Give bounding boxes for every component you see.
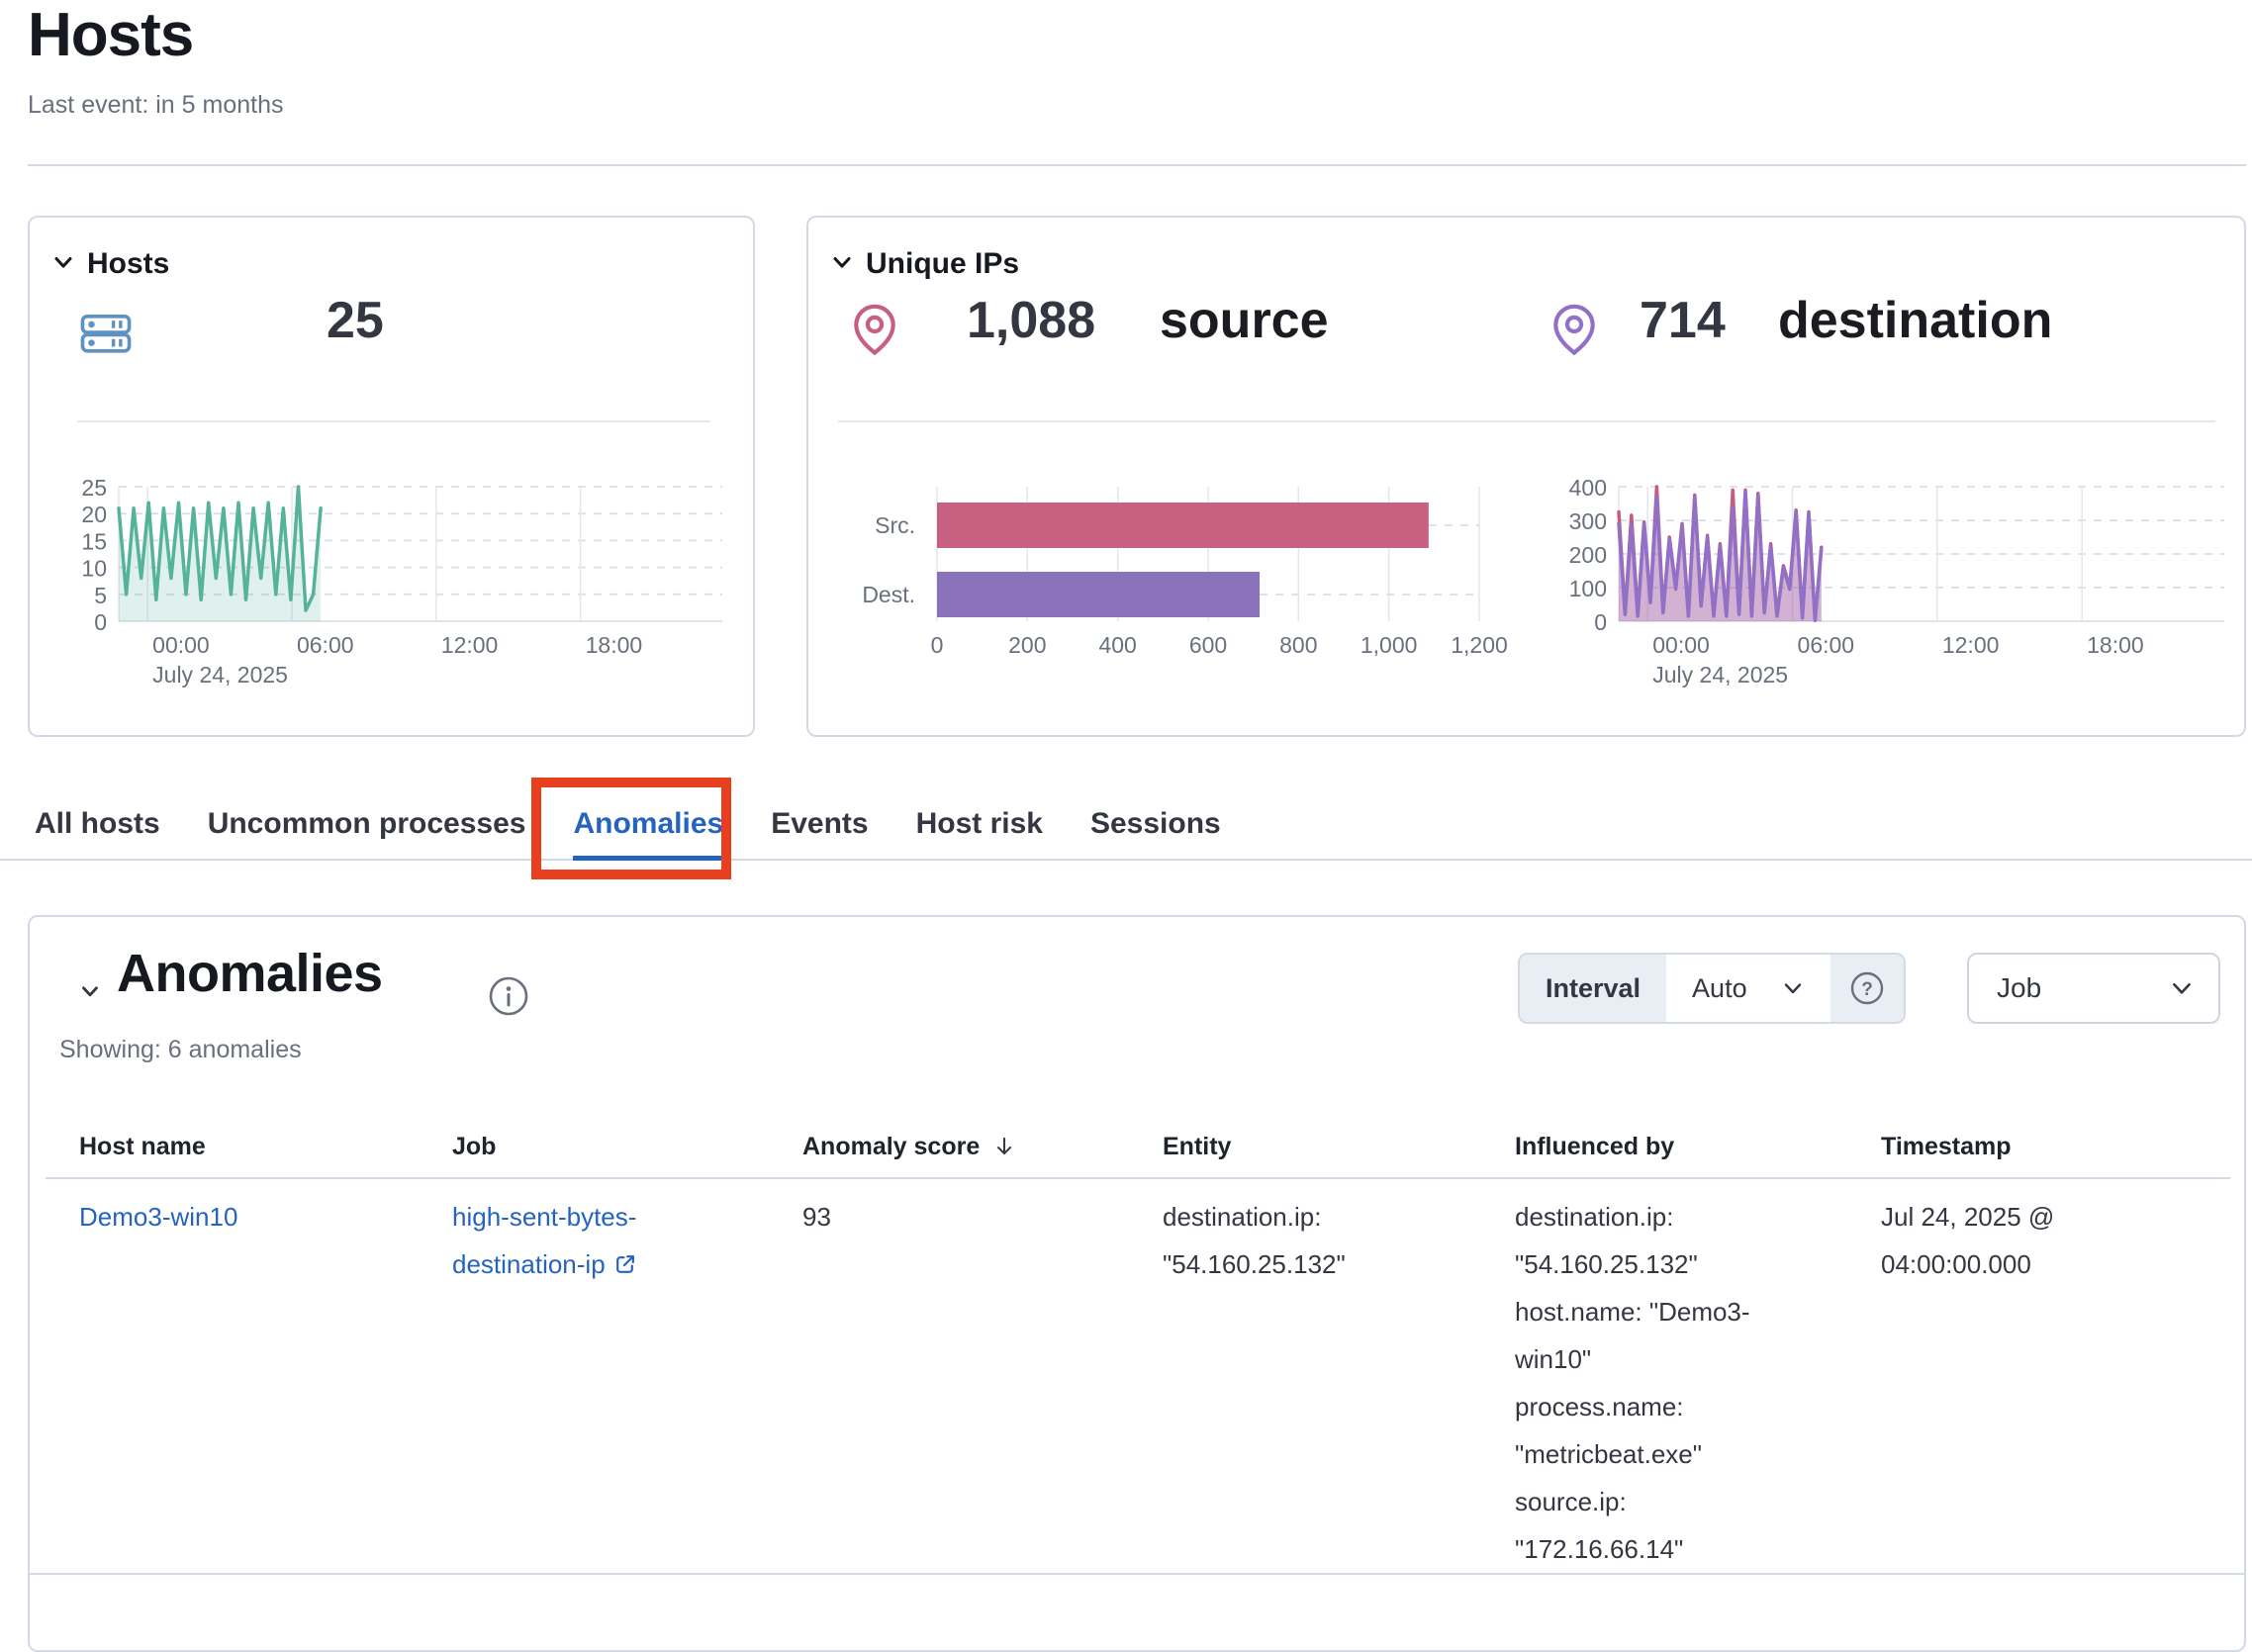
interval-label: Interval <box>1520 955 1666 1022</box>
showing-count-text: Showing: 6 anomalies <box>59 1036 302 1064</box>
chevron-down-icon[interactable] <box>77 978 103 1009</box>
last-event-text: Last event: in 5 months <box>28 91 283 120</box>
svg-text:200: 200 <box>1008 632 1046 658</box>
destination-label: destination <box>1778 291 2052 350</box>
unique-ips-bar-chart: 0 200 400 600 800 1,000 1,200 Src. Dest. <box>838 467 1531 714</box>
cell-timestamp: Jul 24, 2025 @ 04:00:00.000 <box>1881 1193 2218 1573</box>
col-anomaly-score[interactable]: Anomaly score <box>802 1133 1163 1161</box>
tab-host-risk[interactable]: Host risk <box>916 787 1043 861</box>
svg-text:?: ? <box>1861 979 1873 1000</box>
job-select[interactable]: Job <box>1967 953 2220 1024</box>
svg-text:Src.: Src. <box>875 512 915 538</box>
job-select-label: Job <box>1997 972 2041 1004</box>
sort-descending-icon <box>991 1134 1017 1159</box>
card-divider <box>77 420 710 422</box>
hosts-kpi-card: Hosts 25 051015202500:0006:0012:0018:00J… <box>28 216 755 737</box>
cell-job: high-sent-bytes-destination-ip <box>452 1193 802 1573</box>
tab-anomalies[interactable]: Anomalies <box>573 787 723 861</box>
interval-value: Auto <box>1692 973 1747 1004</box>
svg-text:1,200: 1,200 <box>1451 632 1508 658</box>
anomalies-table-header: Host name Job Anomaly score Entity Influ… <box>30 1117 2244 1176</box>
chevron-down-icon[interactable] <box>828 248 856 281</box>
anomalies-title: Anomalies <box>117 943 383 1004</box>
map-pin-source-icon <box>846 301 903 363</box>
page-title: Hosts <box>28 0 193 70</box>
header-divider <box>28 164 2246 166</box>
svg-text:00:00: 00:00 <box>1652 632 1710 658</box>
influencer: source.ip: "172.16.66.14" <box>1515 1478 1762 1573</box>
svg-text:1,000: 1,000 <box>1361 632 1418 658</box>
svg-text:18:00: 18:00 <box>2087 632 2144 658</box>
cell-host-name: Demo3-win10 <box>79 1193 452 1573</box>
chevron-down-icon[interactable] <box>49 248 77 281</box>
svg-text:25: 25 <box>81 475 107 501</box>
unique-ips-card: Unique IPs 1,088 source 714 destination … <box>806 216 2246 737</box>
interval-control: Interval Auto ? <box>1518 953 1906 1024</box>
hosts-count: 25 <box>327 291 384 350</box>
unique-ips-area-chart: 0 100 200 300 400 00:00 06:00 12:00 18:00 July 24… <box>1542 467 2234 714</box>
influencer: host.name: "Demo3-win10" <box>1515 1288 1762 1383</box>
svg-text:12:00: 12:00 <box>1942 632 2000 658</box>
svg-text:5: 5 <box>94 583 107 608</box>
col-host-name[interactable]: Host name <box>79 1133 452 1161</box>
help-icon[interactable]: ? <box>1830 955 1904 1022</box>
hosts-card-header[interactable]: Hosts <box>49 247 169 281</box>
source-ip-count: 1,088 <box>967 291 1095 350</box>
influencer: process.name: "metricbeat.exe" <box>1515 1383 1762 1478</box>
unique-ips-card-header[interactable]: Unique IPs <box>828 247 1019 281</box>
col-job[interactable]: Job <box>452 1133 802 1161</box>
svg-text:12:00: 12:00 <box>441 632 499 658</box>
chevron-down-icon <box>2169 975 2195 1001</box>
svg-text:15: 15 <box>81 528 107 554</box>
svg-text:0: 0 <box>931 632 944 658</box>
svg-text:200: 200 <box>1569 542 1607 568</box>
svg-text:06:00: 06:00 <box>1798 632 1855 658</box>
cell-influenced-by: destination.ip: "54.160.25.132" host.nam… <box>1515 1193 1881 1573</box>
svg-text:July 24, 2025: July 24, 2025 <box>1652 662 1788 688</box>
external-link-icon[interactable] <box>606 1249 637 1279</box>
chevron-down-icon <box>1781 976 1805 1000</box>
tab-events[interactable]: Events <box>771 787 868 861</box>
svg-text:00:00: 00:00 <box>152 632 210 658</box>
anomalies-panel: Anomalies Interval Auto ? Job Showing: 6… <box>28 915 2246 1652</box>
svg-text:400: 400 <box>1569 475 1607 501</box>
tab-uncommon-processes[interactable]: Uncommon processes <box>208 787 526 861</box>
unique-ips-card-title: Unique IPs <box>866 247 1019 281</box>
svg-text:0: 0 <box>94 609 107 635</box>
svg-text:July 24, 2025: July 24, 2025 <box>152 662 288 688</box>
svg-text:400: 400 <box>1098 632 1136 658</box>
svg-text:600: 600 <box>1189 632 1227 658</box>
map-pin-destination-icon <box>1546 301 1603 363</box>
col-influenced-by[interactable]: Influenced by <box>1515 1133 1881 1161</box>
cell-entity: destination.ip: "54.160.25.132" <box>1163 1193 1515 1573</box>
svg-text:Dest.: Dest. <box>862 582 915 607</box>
tab-sessions[interactable]: Sessions <box>1090 787 1221 861</box>
tab-all-hosts[interactable]: All hosts <box>35 787 160 861</box>
interval-select[interactable]: Auto <box>1666 955 1830 1022</box>
card-divider <box>838 420 2215 422</box>
svg-text:0: 0 <box>1594 609 1607 635</box>
cell-anomaly-score: 93 <box>802 1193 1163 1573</box>
svg-text:300: 300 <box>1569 508 1607 534</box>
anomaly-table-row: Demo3-win10 high-sent-bytes-destination-… <box>30 1179 2244 1575</box>
influencer: destination.ip: "54.160.25.132" <box>1515 1193 1762 1288</box>
svg-text:100: 100 <box>1569 576 1607 601</box>
hosts-area-chart: 0510152025 00:00 06:00 12:00 18:00 July 24, 2… <box>42 467 734 714</box>
hosts-tab-bar: All hosts Uncommon processes Anomalies E… <box>0 787 2252 861</box>
col-entity[interactable]: Entity <box>1163 1133 1515 1161</box>
svg-text:20: 20 <box>81 502 107 527</box>
host-name-link[interactable]: Demo3-win10 <box>79 1202 237 1232</box>
col-timestamp[interactable]: Timestamp <box>1881 1133 2218 1161</box>
source-label: source <box>1160 291 1329 350</box>
hosts-card-title: Hosts <box>87 247 169 281</box>
destination-ip-count: 714 <box>1640 291 1726 350</box>
info-icon[interactable] <box>487 974 530 1023</box>
svg-text:18:00: 18:00 <box>586 632 643 658</box>
storage-icon <box>77 305 135 367</box>
svg-text:800: 800 <box>1279 632 1317 658</box>
svg-text:10: 10 <box>81 556 107 582</box>
svg-text:06:00: 06:00 <box>297 632 354 658</box>
